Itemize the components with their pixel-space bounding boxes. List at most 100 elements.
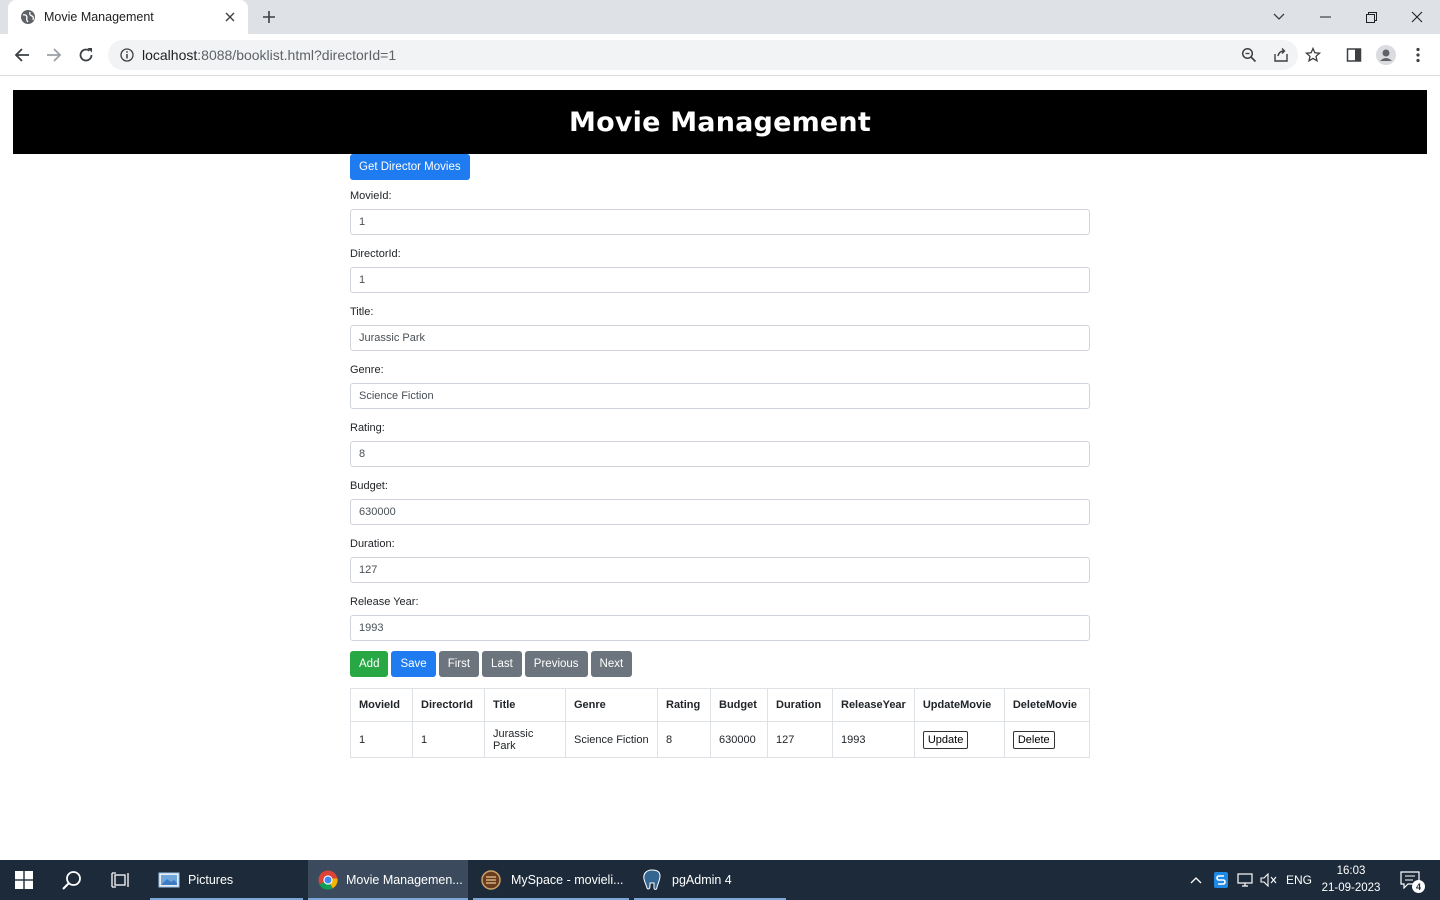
browser-toolbar: localhost:8088/booklist.html?directorId=…	[0, 34, 1440, 76]
network-icon[interactable]	[1234, 860, 1256, 900]
taskbar-item-label: Movie Managemen...	[346, 873, 463, 887]
movies-table: MovieId DirectorId Title Genre Rating Bu…	[350, 688, 1091, 758]
table-header-row: MovieId DirectorId Title Genre Rating Bu…	[350, 688, 1091, 722]
close-window-icon[interactable]	[1394, 0, 1440, 34]
taskbar-item-pgadmin[interactable]: pgAdmin 4	[634, 860, 786, 900]
column-header-genre: Genre	[565, 688, 658, 722]
rating-label: Rating:	[350, 422, 385, 434]
minimize-icon[interactable]	[1302, 0, 1348, 34]
close-tab-icon[interactable]	[222, 9, 238, 25]
url-path: :8088/booklist.html?directorId=1	[197, 47, 397, 63]
task-view-icon[interactable]	[96, 860, 144, 900]
director-id-input[interactable]	[350, 267, 1090, 293]
rating-input[interactable]	[350, 441, 1090, 467]
cell-title: Jurassic Park	[484, 721, 566, 758]
taskbar-item-label: pgAdmin 4	[672, 873, 732, 887]
update-movie-button[interactable]: Update	[922, 730, 969, 749]
menu-icon[interactable]	[1407, 44, 1429, 66]
clock[interactable]: 16:03 21-09-2023	[1318, 863, 1384, 897]
forward-icon[interactable]	[42, 43, 66, 67]
genre-field: Genre:	[350, 362, 1090, 409]
tab-search-icon[interactable]	[1256, 0, 1302, 34]
clock-time: 16:03	[1336, 865, 1366, 877]
get-director-movies-button[interactable]: Get Director Movies	[350, 154, 470, 180]
taskbar-item-myspace[interactable]: MySpace - movieli...	[473, 860, 629, 900]
release-year-field: Release Year:	[350, 594, 1090, 641]
column-header-updatemovie: UpdateMovie	[913, 688, 1005, 722]
elephant-icon	[640, 868, 664, 892]
column-header-releaseyear: ReleaseYear	[832, 688, 915, 722]
add-button[interactable]: Add	[350, 651, 389, 677]
taskbar-item-pictures[interactable]: Pictures	[150, 860, 303, 900]
back-icon[interactable]	[10, 43, 34, 67]
column-header-rating: Rating	[657, 688, 711, 722]
movie-id-input[interactable]	[350, 209, 1090, 235]
column-header-title: Title	[484, 688, 566, 722]
cell-releaseyear: 1993	[832, 721, 915, 758]
delete-movie-button[interactable]: Delete	[1012, 730, 1055, 749]
taskbar-item-chrome[interactable]: Movie Managemen...	[308, 860, 468, 900]
cell-directorid: 1	[412, 721, 485, 758]
notifications-icon[interactable]: 4	[1392, 860, 1428, 900]
movie-id-label: MovieId:	[350, 190, 392, 202]
browser-tab[interactable]: Movie Management	[8, 0, 248, 34]
new-tab-icon[interactable]	[258, 7, 280, 27]
movie-id-field: MovieId:	[350, 188, 1090, 235]
form-actions: Add Save First Last Previous Next	[350, 651, 1090, 677]
url-host: localhost	[142, 47, 198, 63]
director-id-field: DirectorId:	[350, 246, 1090, 293]
title-input[interactable]	[350, 325, 1090, 351]
budget-label: Budget:	[350, 480, 388, 492]
table-row: 1 1 Jurassic Park Science Fiction 8 6300…	[350, 721, 1091, 758]
tab-title: Movie Management	[44, 10, 154, 24]
zoom-icon[interactable]	[1239, 45, 1259, 65]
title-field: Title:	[350, 304, 1090, 351]
duration-field: Duration:	[350, 536, 1090, 583]
page-title: Movie Management	[569, 106, 871, 138]
globe-icon	[20, 9, 36, 25]
previous-button[interactable]: Previous	[524, 651, 588, 677]
language-indicator[interactable]: ENG	[1282, 860, 1316, 900]
share-icon[interactable]	[1271, 45, 1291, 65]
info-icon[interactable]	[120, 48, 134, 62]
genre-input[interactable]	[350, 383, 1090, 409]
cell-budget: 630000	[710, 721, 768, 758]
last-button[interactable]: Last	[482, 651, 522, 677]
save-button[interactable]: Save	[391, 651, 436, 677]
cell-movieid: 1	[350, 721, 413, 758]
restore-icon[interactable]	[1348, 0, 1394, 34]
cell-genre: Science Fiction	[565, 721, 658, 758]
title-label: Title:	[350, 306, 374, 318]
movie-form-container: Get Director Movies MovieId: DirectorId:…	[350, 154, 1091, 758]
chrome-icon	[318, 870, 338, 890]
release-year-input[interactable]	[350, 615, 1090, 641]
duration-label: Duration:	[350, 538, 395, 550]
first-button[interactable]: First	[438, 651, 480, 677]
app-icon	[479, 869, 503, 891]
browser-tab-bar: Movie Management	[0, 0, 1440, 34]
taskbar-item-label: MySpace - movieli...	[511, 873, 624, 887]
reload-icon[interactable]	[74, 43, 98, 67]
search-icon[interactable]	[48, 860, 96, 900]
taskbar: Pictures Movie Managemen... MySpace - mo…	[0, 860, 1440, 900]
volume-muted-icon[interactable]	[1258, 860, 1280, 900]
address-bar[interactable]: localhost:8088/booklist.html?directorId=…	[108, 40, 1321, 70]
column-header-budget: Budget	[710, 688, 768, 722]
side-panel-icon[interactable]	[1343, 44, 1365, 66]
column-header-directorid: DirectorId	[412, 688, 485, 722]
next-button[interactable]: Next	[590, 651, 633, 677]
show-hidden-icons-chevron-icon[interactable]	[1184, 860, 1208, 900]
cell-duration: 127	[767, 721, 833, 758]
column-header-deletemovie: DeleteMovie	[1003, 688, 1091, 722]
app-tray-icon[interactable]	[1210, 860, 1232, 900]
star-icon[interactable]	[1303, 45, 1323, 65]
duration-input[interactable]	[350, 557, 1090, 583]
column-header-duration: Duration	[767, 688, 833, 722]
budget-field: Budget:	[350, 478, 1090, 525]
release-year-label: Release Year:	[350, 596, 419, 608]
notification-count: 4	[1412, 880, 1425, 893]
budget-input[interactable]	[350, 499, 1090, 525]
clock-date: 21-09-2023	[1321, 882, 1381, 894]
windows-start-icon[interactable]	[0, 860, 48, 900]
profile-icon[interactable]	[1375, 44, 1397, 66]
